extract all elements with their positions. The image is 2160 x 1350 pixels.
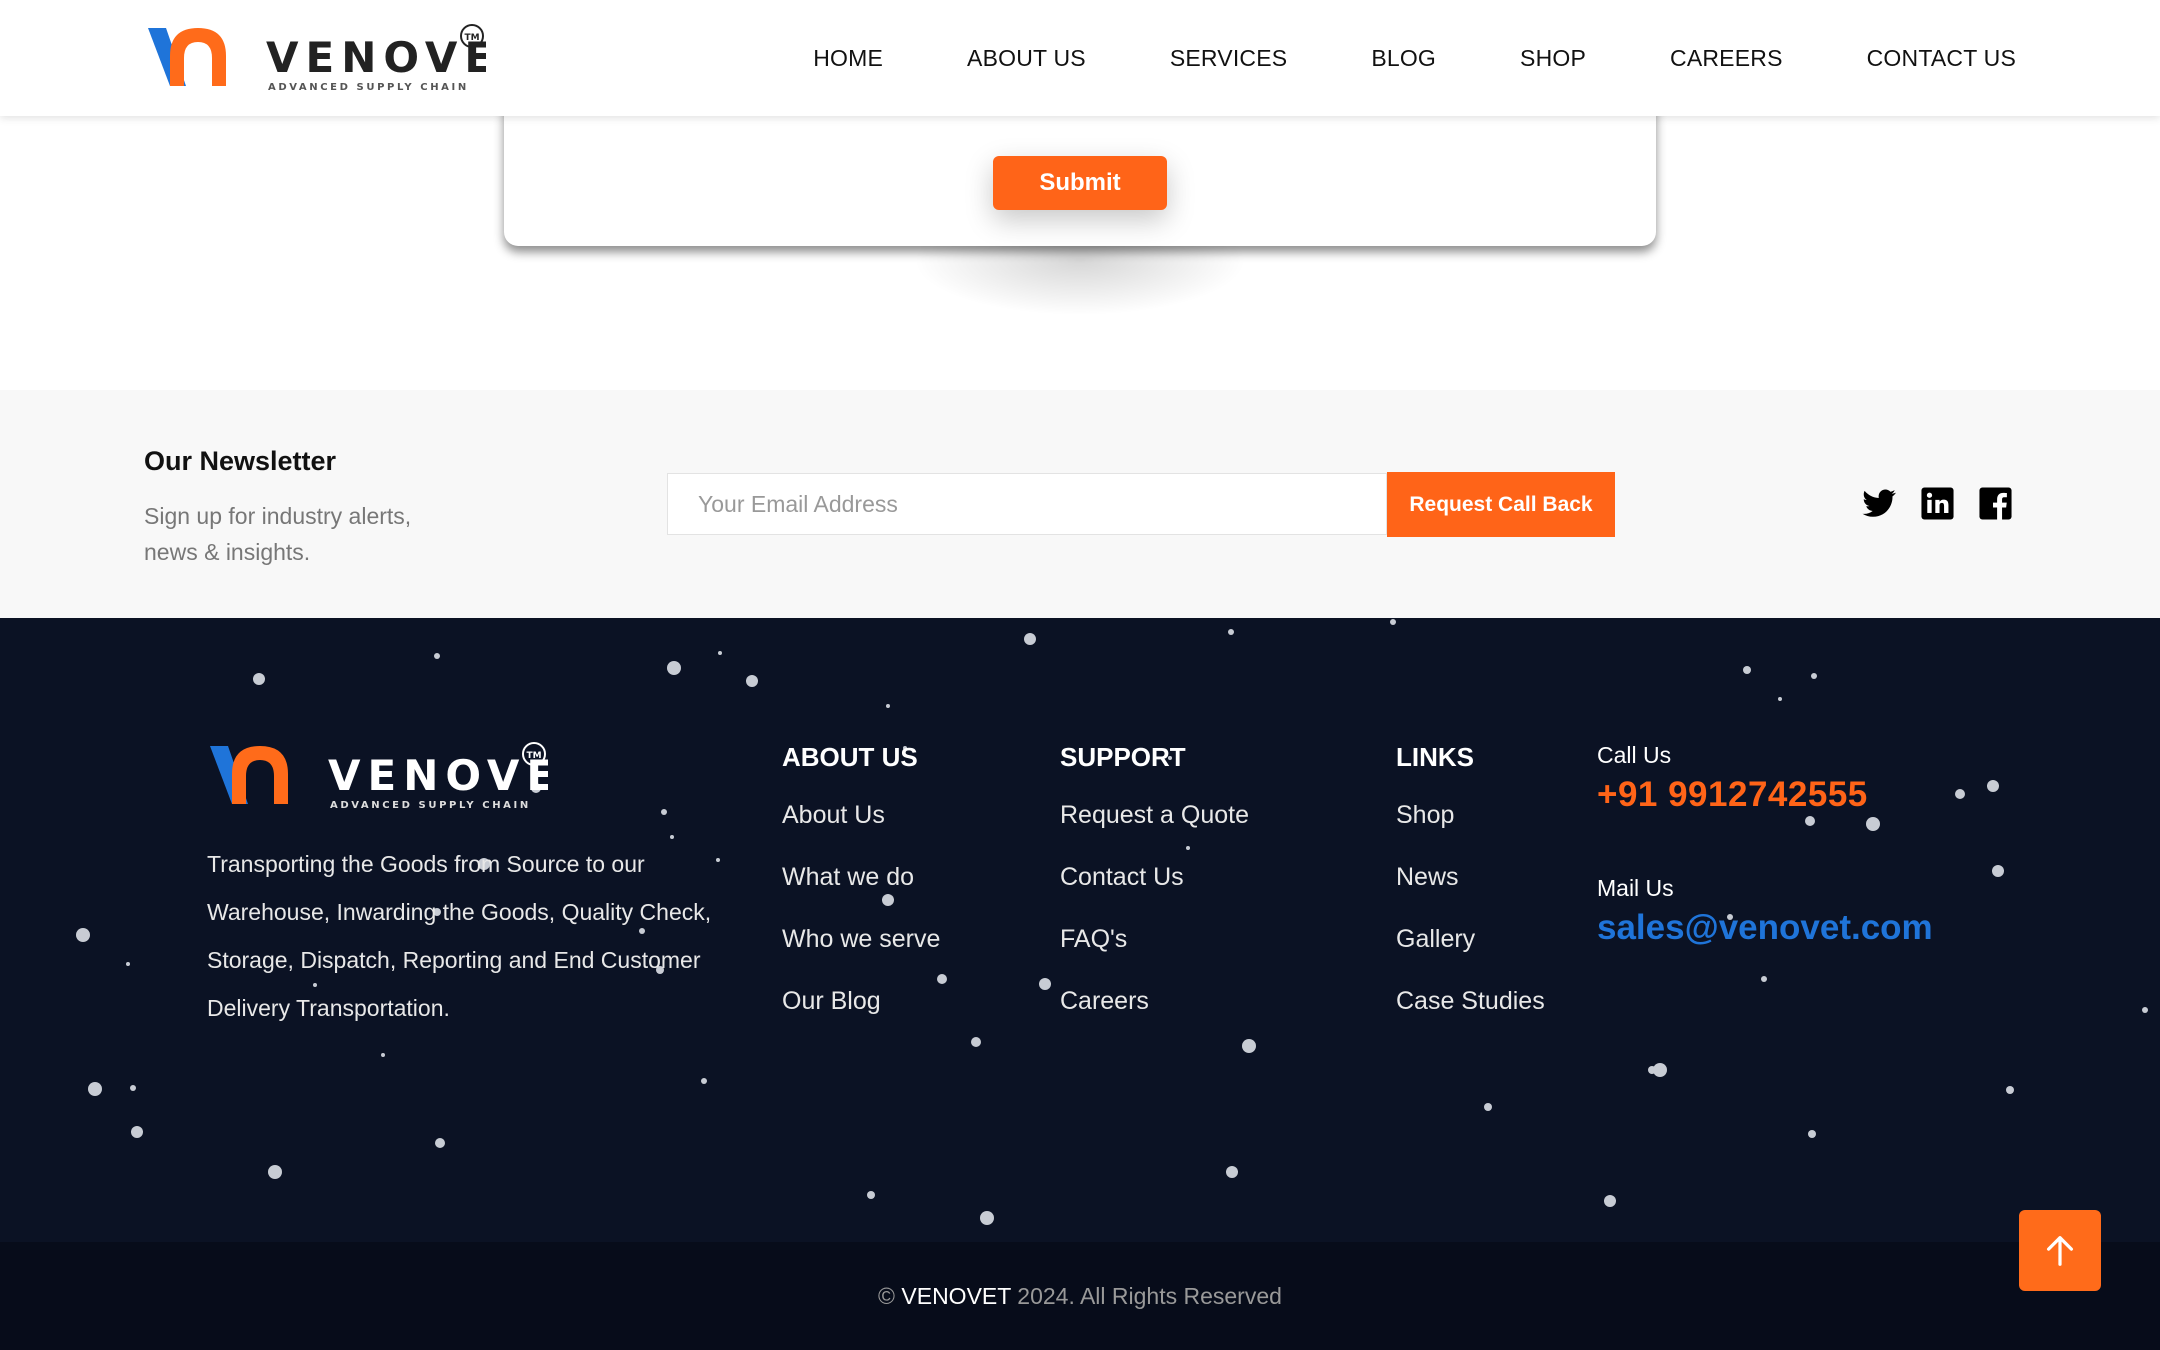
svg-text:TM: TM — [464, 33, 479, 43]
social-links — [1862, 486, 2013, 521]
footer-link-gallery[interactable]: Gallery — [1396, 925, 1545, 987]
footer-column-about: ABOUT US About Us What we do Who we serv… — [782, 742, 940, 1049]
svg-text:TM: TM — [526, 751, 541, 761]
footer-link-case-studies[interactable]: Case Studies — [1396, 987, 1545, 1049]
email-link[interactable]: sales@venovet.com — [1597, 908, 1933, 948]
email-input[interactable] — [667, 473, 1387, 535]
call-us-label: Call Us — [1597, 742, 1672, 768]
newsletter-title: Our Newsletter — [144, 446, 337, 476]
copyright-text: © VENOVET 2024. All Rights Reserved — [0, 1242, 2160, 1350]
footer-contact: Call Us +91 9912742555 Mail Us sales@ven… — [1597, 742, 1933, 948]
footer-column-title: LINKS — [1396, 742, 1474, 772]
site-header: VENOVET ADVANCED SUPPLY CHAIN TM HOME AB… — [0, 0, 2160, 116]
nav-about-us[interactable]: ABOUT US — [967, 45, 1086, 72]
footer-venovet-logo[interactable]: VENOVET ADVANCED SUPPLY CHAIN TM — [208, 738, 548, 814]
submit-button[interactable]: Submit — [993, 156, 1167, 210]
request-call-back-button[interactable]: Request Call Back — [1387, 472, 1615, 537]
nav-careers[interactable]: CAREERS — [1670, 45, 1783, 72]
footer-link-shop[interactable]: Shop — [1396, 801, 1545, 863]
arrow-up-icon — [2046, 1235, 2074, 1266]
footer-link-faqs[interactable]: FAQ's — [1060, 925, 1249, 987]
nav-home[interactable]: HOME — [813, 45, 883, 72]
svg-text:ADVANCED SUPPLY CHAIN: ADVANCED SUPPLY CHAIN — [268, 82, 469, 93]
newsletter-section: Our Newsletter Sign up for industry aler… — [0, 390, 2160, 618]
main-nav: HOME ABOUT US SERVICES BLOG SHOP CAREERS… — [813, 0, 2016, 116]
footer-description: Transporting the Goods from Source to ou… — [207, 851, 712, 1021]
nav-shop[interactable]: SHOP — [1520, 45, 1586, 72]
svg-text:VENOVET: VENOVET — [328, 751, 548, 800]
scroll-to-top-button[interactable] — [2019, 1210, 2101, 1291]
footer-link-careers[interactable]: Careers — [1060, 987, 1249, 1049]
facebook-icon[interactable] — [1978, 486, 2013, 521]
svg-text:ADVANCED SUPPLY CHAIN: ADVANCED SUPPLY CHAIN — [330, 800, 531, 811]
footer-link-about-us[interactable]: About Us — [782, 801, 940, 863]
footer-column-title: ABOUT US — [782, 742, 918, 772]
copyright-rest: 2024. All Rights Reserved — [1017, 1283, 1282, 1309]
footer-column-support: SUPPORT Request a Quote Contact Us FAQ's… — [1060, 742, 1249, 1049]
newsletter-subtitle: Sign up for industry alerts, news & insi… — [144, 503, 412, 565]
linkedin-icon[interactable] — [1920, 486, 1955, 521]
nav-blog[interactable]: BLOG — [1371, 45, 1436, 72]
nav-contact-us[interactable]: CONTACT US — [1867, 45, 2016, 72]
site-footer: VENOVET ADVANCED SUPPLY CHAIN TM Transpo… — [0, 618, 2160, 1242]
footer-link-who-we-serve[interactable]: Who we serve — [782, 925, 940, 987]
svg-text:VENOVET: VENOVET — [266, 33, 486, 82]
footer-link-contact-us[interactable]: Contact Us — [1060, 863, 1249, 925]
footer-column-links: LINKS Shop News Gallery Case Studies — [1396, 742, 1545, 1049]
copyright-brand: VENOVET — [901, 1283, 1011, 1309]
mail-us-label: Mail Us — [1597, 875, 1674, 901]
footer-link-request-quote[interactable]: Request a Quote — [1060, 801, 1249, 863]
nav-services[interactable]: SERVICES — [1170, 45, 1288, 72]
footer-link-what-we-do[interactable]: What we do — [782, 863, 940, 925]
footer-link-our-blog[interactable]: Our Blog — [782, 987, 940, 1049]
venovet-logo[interactable]: VENOVET ADVANCED SUPPLY CHAIN TM — [146, 20, 486, 96]
footer-column-title: SUPPORT — [1060, 742, 1186, 772]
copyright-bar: © VENOVET 2024. All Rights Reserved — [0, 1242, 2160, 1350]
footer-link-news[interactable]: News — [1396, 863, 1545, 925]
copyright-symbol: © — [878, 1283, 895, 1309]
phone-link[interactable]: +91 9912742555 — [1597, 775, 1933, 815]
twitter-icon[interactable] — [1862, 486, 1897, 521]
